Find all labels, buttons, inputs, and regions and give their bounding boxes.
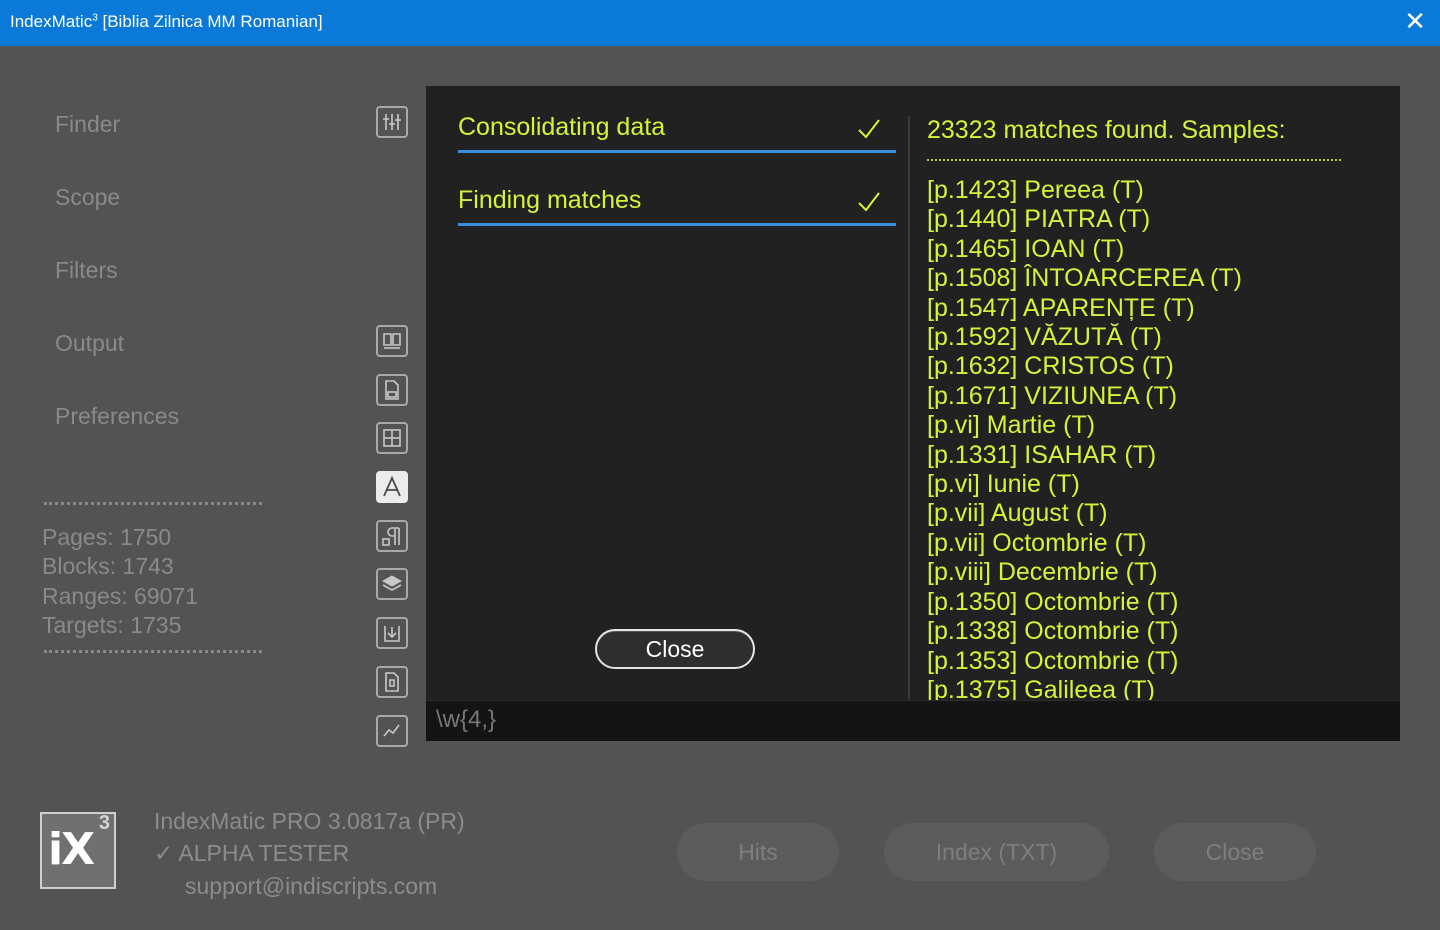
stat-blocks: Blocks: 1743 xyxy=(42,553,174,579)
sample-item: [p.1632] CRISTOS (T) xyxy=(927,352,1174,381)
nav-item-output[interactable]: Output xyxy=(55,330,124,357)
indexmatic-logo: iX 3 xyxy=(40,812,116,889)
download-icon[interactable] xyxy=(376,617,408,649)
progress-panel: Consolidating data Finding matches 23323… xyxy=(426,86,1400,741)
document-icon[interactable] xyxy=(376,374,408,406)
samples-list[interactable]: [p.1423] Pereea (T) [p.1440] PIATRA (T) [p… xyxy=(927,176,1387,701)
sample-item: [p.1353] Octombrie (T) xyxy=(927,646,1179,675)
logo-superscript: 3 xyxy=(98,812,110,834)
matches-divider xyxy=(927,159,1341,161)
chart-icon[interactable] xyxy=(376,715,408,747)
check-icon xyxy=(858,192,880,212)
sample-item: [p.1671] VIZIUNEA (T) xyxy=(927,381,1178,410)
matches-summary: 23323 matches found. Samples: xyxy=(927,116,1286,144)
step-consolidating: Consolidating data xyxy=(458,102,896,153)
sample-item: [p.1547] APARENȚE (T) xyxy=(927,293,1195,322)
index-txt-button[interactable]: Index (TXT) xyxy=(884,823,1109,881)
app-name-superscript: 3 xyxy=(92,12,98,24)
sliders-icon[interactable] xyxy=(376,106,408,138)
sample-item: [p.1508] ÎNTOARCEREA (T) xyxy=(927,264,1242,293)
sample-item: [p.vii] August (T) xyxy=(927,499,1108,528)
sample-item: [p.1440] PIATRA (T) xyxy=(927,205,1151,234)
paragraph-icon[interactable] xyxy=(376,520,408,552)
sample-item: [p.vi] Martie (T) xyxy=(927,411,1096,440)
window-title: IndexMatic3 [Biblia Zilnica MM Romanian] xyxy=(10,12,323,32)
stat-ranges: Ranges: 69071 xyxy=(42,583,199,609)
sample-item: [p.1338] Octombrie (T) xyxy=(927,617,1179,646)
sample-item: [p.1592] VĂZUTĂ (T) xyxy=(927,323,1162,352)
panel-divider xyxy=(908,116,910,701)
sample-item: [p.vi] Iunie (T) xyxy=(927,470,1080,499)
logo-text: iX xyxy=(48,824,95,875)
support-email[interactable]: support@indiscripts.com xyxy=(185,873,437,900)
license-text: ✓ ALPHA TESTER xyxy=(154,840,350,866)
step-label: Consolidating data xyxy=(458,113,666,141)
check-icon xyxy=(858,119,880,139)
close-button[interactable]: Close xyxy=(1154,823,1316,881)
sample-item: [p.viii] Decembrie (T) xyxy=(927,558,1158,587)
title-bar: IndexMatic3 [Biblia Zilnica MM Romanian]… xyxy=(0,0,1440,46)
stat-targets: Targets: 1735 xyxy=(42,612,182,638)
book-icon[interactable] xyxy=(376,325,408,357)
sample-item: [p.1350] Octombrie (T) xyxy=(927,587,1179,616)
nav-item-scope[interactable]: Scope xyxy=(55,184,120,211)
nav-item-finder[interactable]: Finder xyxy=(55,111,120,138)
sample-item: [p.1423] Pereea (T) xyxy=(927,176,1144,204)
version-text: IndexMatic PRO 3.0817a (PR) xyxy=(154,808,465,834)
sample-item: [p.1331] ISAHAR (T) xyxy=(927,440,1157,469)
sample-item: [p.1465] IOAN (T) xyxy=(927,234,1125,263)
nav-item-preferences[interactable]: Preferences xyxy=(55,403,179,430)
regex-pattern: \w{4,} xyxy=(436,706,497,733)
font-icon[interactable] xyxy=(376,471,408,503)
sample-item: [p.vii] Octombrie (T) xyxy=(927,528,1147,557)
nav-item-filters[interactable]: Filters xyxy=(55,257,118,284)
progress-close-button[interactable]: Close xyxy=(595,629,755,669)
sample-item: [p.1375] Galileea (T) xyxy=(927,675,1155,701)
page-icon[interactable] xyxy=(376,666,408,698)
stats-divider-bottom xyxy=(44,650,262,653)
grid-icon[interactable] xyxy=(376,422,408,454)
stat-pages: Pages: 1750 xyxy=(42,524,172,550)
layers-icon[interactable] xyxy=(376,568,408,600)
step-label: Finding matches xyxy=(458,186,642,214)
document-title: [Biblia Zilnica MM Romanian] xyxy=(102,12,323,31)
app-name: IndexMatic xyxy=(10,12,93,31)
regex-bar: \w{4,} xyxy=(426,700,1400,741)
window-close-icon[interactable]: ✕ xyxy=(1404,8,1426,34)
step-finding-matches: Finding matches xyxy=(458,175,896,226)
hits-button[interactable]: Hits xyxy=(677,823,839,881)
stats-divider-top xyxy=(44,502,262,505)
